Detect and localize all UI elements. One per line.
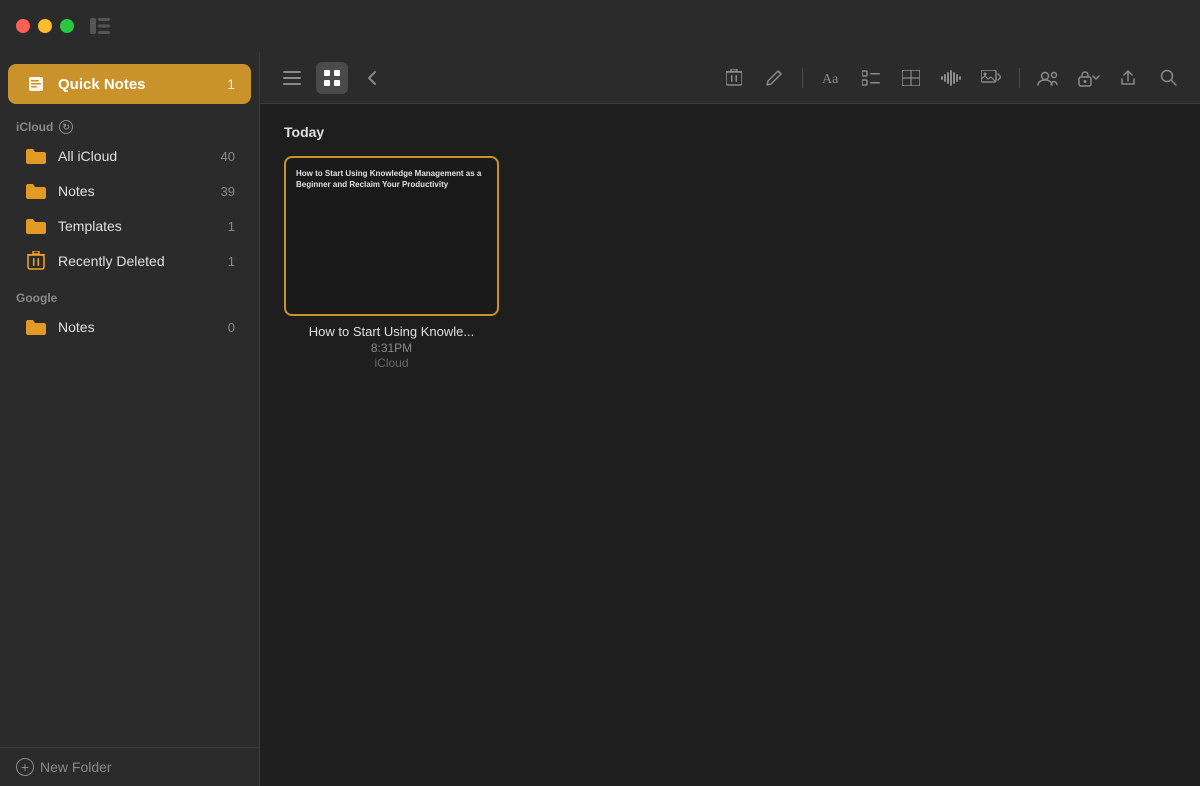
toolbar-sep-2 (1019, 68, 1020, 88)
icloud-section-header: iCloud ↻ (0, 108, 259, 138)
sidebar-content: Quick Notes 1 iCloud ↻ All iCloud 40 (0, 52, 259, 747)
quick-notes-icon (24, 72, 48, 96)
audio-button[interactable] (935, 62, 967, 94)
icloud-sync-icon: ↻ (59, 120, 73, 134)
all-icloud-label: All iCloud (58, 148, 221, 164)
note-card[interactable]: How to Start Using Knowledge Management … (284, 156, 499, 370)
new-folder-plus-icon: + (16, 758, 34, 776)
quick-notes-count: 1 (227, 76, 235, 92)
google-label: Google (16, 291, 57, 305)
notes-google-label: Notes (58, 319, 228, 335)
main-layout: Quick Notes 1 iCloud ↻ All iCloud 40 (0, 52, 1200, 786)
notes-grid: How to Start Using Knowledge Management … (284, 156, 1176, 370)
sidebar-item-templates[interactable]: Templates 1 (8, 209, 251, 243)
sidebar-item-notes-icloud[interactable]: Notes 39 (8, 174, 251, 208)
sidebar-item-all-icloud[interactable]: All iCloud 40 (8, 139, 251, 173)
lock-button[interactable] (1072, 62, 1104, 94)
notes-icloud-count: 39 (221, 184, 235, 199)
folder-icon-google-notes (24, 317, 48, 337)
note-card-time: 8:31PM (284, 341, 499, 355)
compose-button[interactable] (758, 62, 790, 94)
checklist-button[interactable] (855, 62, 887, 94)
sidebar-item-notes-google[interactable]: Notes 0 (8, 310, 251, 344)
svg-text:Aa: Aa (822, 72, 839, 86)
notes-gallery: Today How to Start Using Knowledge Manag… (260, 104, 1200, 786)
sidebar-item-recently-deleted[interactable]: Recently Deleted 1 (8, 244, 251, 278)
google-section-header: Google (0, 279, 259, 309)
back-button[interactable] (356, 62, 388, 94)
folder-icon (24, 146, 48, 166)
new-folder-button[interactable]: + New Folder (0, 747, 259, 786)
templates-count: 1 (228, 219, 235, 234)
sidebar: Quick Notes 1 iCloud ↻ All iCloud 40 (0, 52, 260, 786)
recently-deleted-label: Recently Deleted (58, 253, 228, 269)
quick-notes-label: Quick Notes (58, 76, 227, 93)
format-button[interactable]: Aa (815, 62, 847, 94)
note-thumbnail-text: How to Start Using Knowledge Management … (296, 168, 487, 190)
search-button[interactable] (1152, 62, 1184, 94)
sidebar-toggle-icon[interactable] (90, 18, 110, 34)
traffic-lights (16, 19, 74, 33)
recently-deleted-count: 1 (228, 254, 235, 269)
list-view-button[interactable] (276, 62, 308, 94)
table-button[interactable] (895, 62, 927, 94)
delete-button[interactable] (718, 62, 750, 94)
toolbar: Aa (260, 52, 1200, 104)
toolbar-sep-1 (802, 68, 803, 88)
close-button[interactable] (16, 19, 30, 33)
section-title: Today (284, 124, 1176, 140)
content-area: Aa (260, 52, 1200, 786)
notes-google-count: 0 (228, 320, 235, 335)
all-icloud-count: 40 (221, 149, 235, 164)
icloud-label: iCloud (16, 120, 53, 134)
note-card-source: iCloud (284, 356, 499, 370)
notes-icloud-label: Notes (58, 183, 221, 199)
new-folder-label: New Folder (40, 759, 112, 775)
folder-icon-notes (24, 181, 48, 201)
note-card-title: How to Start Using Knowle... (284, 324, 499, 339)
share-button[interactable] (1112, 62, 1144, 94)
sidebar-item-quick-notes[interactable]: Quick Notes 1 (8, 64, 251, 104)
media-button[interactable] (975, 62, 1007, 94)
trash-icon (24, 251, 48, 271)
maximize-button[interactable] (60, 19, 74, 33)
minimize-button[interactable] (38, 19, 52, 33)
note-thumbnail[interactable]: How to Start Using Knowledge Management … (284, 156, 499, 316)
toolbar-right: Aa (718, 62, 1184, 94)
templates-label: Templates (58, 218, 228, 234)
folder-icon-templates (24, 216, 48, 236)
title-bar (0, 0, 1200, 52)
collaborate-button[interactable] (1032, 62, 1064, 94)
grid-view-button[interactable] (316, 62, 348, 94)
